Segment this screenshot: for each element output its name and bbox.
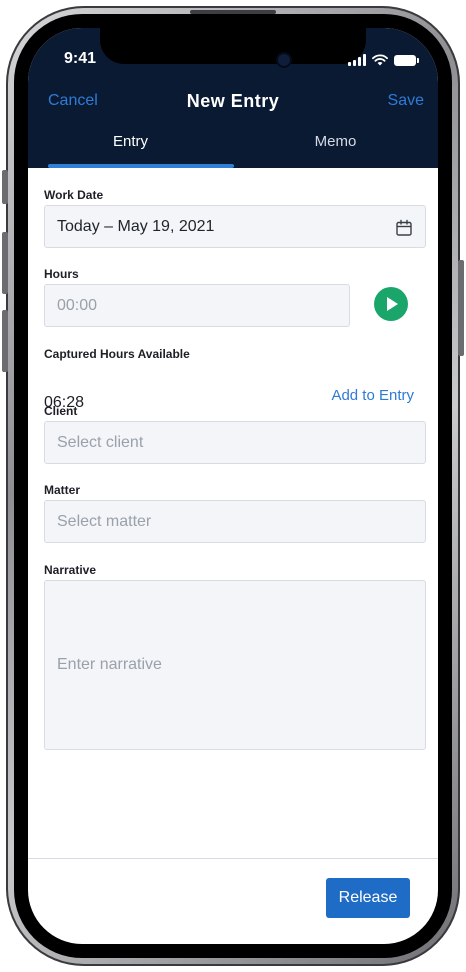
add-to-entry-link[interactable]: Add to Entry [331,387,414,404]
matter-placeholder: Select matter [57,512,152,530]
work-date-field[interactable]: Today – May 19, 2021 [44,205,426,248]
app-header: 9:41 Cancel New Entry Save Entry Memo [28,28,438,168]
calendar-icon[interactable] [395,219,413,237]
active-tab-indicator [48,164,234,168]
hours-placeholder: 00:00 [57,296,98,314]
app-screen: 9:41 Cancel New Entry Save Entry Memo Wo… [28,28,438,944]
volume-up-button [2,232,8,294]
work-date-value: Today – May 19, 2021 [57,217,215,235]
status-time: 9:41 [64,50,97,67]
battery-icon [394,55,419,66]
release-button[interactable]: Release [326,878,410,918]
matter-select[interactable]: Select matter [44,500,426,543]
work-date-label: Work Date [44,188,104,202]
tab-entry[interactable]: Entry [28,124,233,168]
matter-label: Matter [44,483,81,497]
nav-bar: Cancel New Entry Save [28,88,438,118]
tab-bar: Entry Memo [28,124,438,168]
signal-icon [348,54,366,66]
page-title: New Entry [186,91,280,111]
save-button[interactable]: Save [388,92,424,110]
status-icons [348,52,419,66]
hours-label: Hours [44,267,79,281]
client-select[interactable]: Select client [44,421,426,464]
client-label: Client [44,404,78,418]
client-placeholder: Select client [57,433,144,451]
start-timer-button[interactable] [374,287,408,321]
hours-input[interactable]: 00:00 [44,284,350,327]
play-icon [387,297,398,311]
narrative-placeholder: Enter narrative [57,656,162,673]
narrative-textarea[interactable]: Enter narrative [44,580,426,750]
footer-divider [28,858,438,859]
power-button [458,260,464,356]
mute-switch [2,170,8,204]
front-camera [278,54,290,66]
phone-device: 9:41 Cancel New Entry Save Entry Memo Wo… [0,0,466,972]
tab-memo[interactable]: Memo [233,124,438,168]
volume-down-button [2,310,8,372]
wifi-icon [372,54,388,66]
captured-hours-label: Captured Hours Available [44,347,190,361]
notch [100,28,366,64]
narrative-label: Narrative [44,563,97,577]
